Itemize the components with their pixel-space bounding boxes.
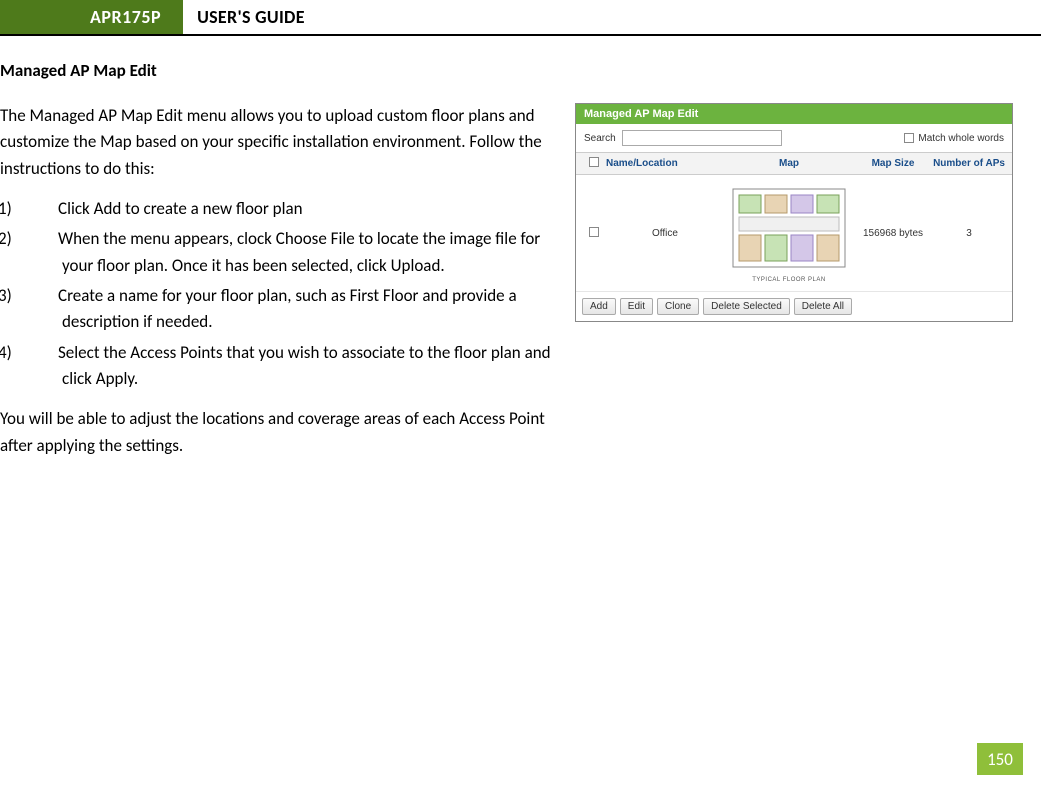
- panel-title: Managed AP Map Edit: [576, 104, 1012, 124]
- floorplan-icon: [729, 183, 849, 283]
- row-name: Office: [606, 228, 724, 239]
- step-item: Select the Access Points that you wish t…: [30, 340, 557, 393]
- steps-list: Click Add to create a new floor plan Whe…: [0, 196, 557, 392]
- step-item: Create a name for your floor plan, such …: [30, 283, 557, 336]
- intro-paragraph: The Managed AP Map Edit menu allows you …: [0, 103, 557, 182]
- doc-header: APR175P USER'S GUIDE: [0, 0, 1041, 36]
- search-label: Search: [584, 133, 616, 144]
- edit-button[interactable]: Edit: [620, 298, 653, 315]
- clone-button[interactable]: Clone: [657, 298, 699, 315]
- col-num-aps[interactable]: Number of APs: [932, 158, 1006, 169]
- step-item: When the menu appears, clock Choose File…: [30, 226, 557, 279]
- match-checkbox[interactable]: [904, 133, 914, 143]
- floorplan-caption: TYPICAL FLOOR PLAN: [729, 277, 849, 283]
- table-row: Office: [576, 175, 1012, 292]
- row-checkbox[interactable]: [589, 227, 599, 237]
- row-size: 156968 bytes: [854, 228, 932, 239]
- col-name[interactable]: Name/Location: [606, 158, 724, 169]
- search-input[interactable]: [622, 130, 782, 146]
- floorplan-thumbnail[interactable]: TYPICAL FLOOR PLAN: [729, 183, 849, 283]
- delete-all-button[interactable]: Delete All: [794, 298, 852, 315]
- select-all-checkbox[interactable]: [589, 157, 599, 167]
- button-row: Add Edit Clone Delete Selected Delete Al…: [576, 292, 1012, 321]
- embedded-screenshot: Managed AP Map Edit Search Match whole w…: [575, 103, 1013, 322]
- col-size[interactable]: Map Size: [854, 158, 932, 169]
- row-num-aps: 3: [932, 228, 1006, 239]
- col-map[interactable]: Map: [724, 158, 854, 169]
- product-tab: APR175P: [0, 0, 183, 34]
- page-number: 150: [977, 743, 1023, 775]
- table-header: Name/Location Map Map Size Number of APs: [576, 152, 1012, 175]
- delete-selected-button[interactable]: Delete Selected: [703, 298, 790, 315]
- add-button[interactable]: Add: [582, 298, 616, 315]
- step-item: Click Add to create a new floor plan: [30, 196, 557, 222]
- outro-paragraph: You will be able to adjust the locations…: [0, 406, 557, 459]
- doc-title: USER'S GUIDE: [183, 0, 305, 34]
- section-heading: Managed AP Map Edit: [0, 60, 1013, 81]
- match-label: Match whole words: [918, 133, 1004, 144]
